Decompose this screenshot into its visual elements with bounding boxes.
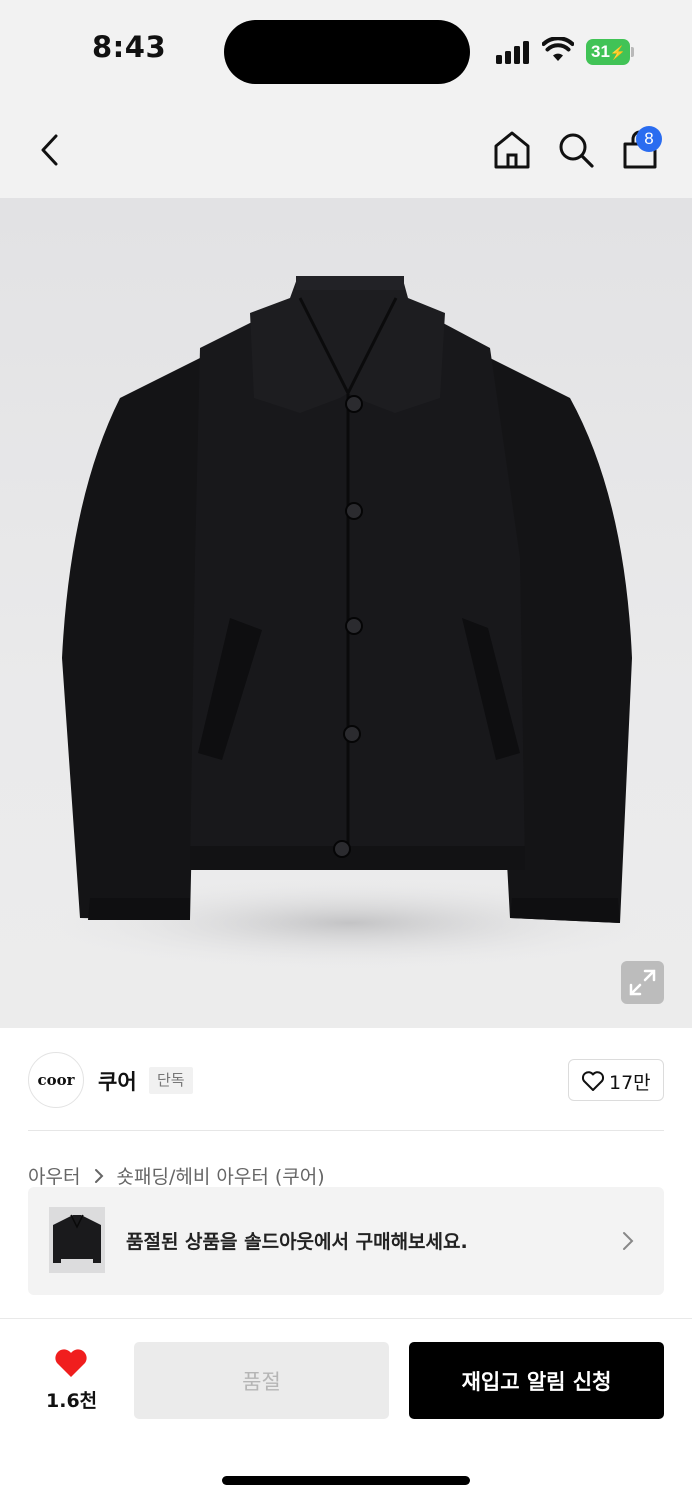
brand-logo[interactable]: coor [28, 1052, 84, 1108]
wifi-icon [542, 37, 574, 61]
soldout-banner-text: 품절된 상품을 솔드아웃에서 구매해보세요. [126, 1231, 468, 1253]
banner-product-thumbnail [49, 1207, 105, 1273]
breadcrumb: 아우터 숏패딩/헤비 아우터 (쿠어) [28, 1162, 325, 1189]
expand-arrows-icon [629, 969, 656, 996]
status-time: 8:43 [92, 30, 167, 64]
brand-like-count: 17만 [609, 1072, 651, 1094]
search-icon[interactable] [556, 130, 596, 170]
restock-alert-button[interactable]: 재입고 알림 신청 [409, 1342, 664, 1419]
heart-filled-icon[interactable] [53, 1347, 89, 1379]
divider [28, 1130, 664, 1131]
product-image[interactable] [0, 198, 692, 1028]
home-icon[interactable] [492, 130, 532, 170]
jacket-thumbnail-icon [49, 1207, 105, 1273]
expand-image-button[interactable] [621, 961, 664, 1004]
brand-name[interactable]: 쿠어 [98, 1066, 137, 1096]
wishlist-count: 1.6천 [46, 1390, 98, 1412]
battery-charging-icon: 31⚡ [586, 39, 634, 65]
chevron-right-icon [623, 1232, 634, 1250]
breadcrumb-item-outer[interactable]: 아우터 [28, 1166, 80, 1188]
chevron-right-icon [94, 1168, 103, 1183]
breadcrumb-item-category[interactable]: 숏패딩/헤비 아우터 (쿠어) [117, 1166, 325, 1188]
jacket-illustration [50, 276, 650, 968]
cart-count-badge: 8 [636, 126, 662, 152]
battery-level: 31⚡ [586, 39, 630, 65]
divider [0, 1318, 692, 1319]
status-bar: 8:43 31⚡ [0, 0, 692, 100]
soldout-promo-banner[interactable]: 품절된 상품을 솔드아웃에서 구매해보세요. [28, 1187, 664, 1295]
soldout-button[interactable]: 품절 [134, 1342, 389, 1419]
exclusive-badge: 단독 [149, 1067, 193, 1094]
home-indicator[interactable] [222, 1476, 470, 1485]
dynamic-island [224, 20, 470, 84]
back-chevron-icon[interactable] [36, 132, 64, 168]
heart-outline-icon [581, 1071, 605, 1091]
brand-like-button[interactable]: 17만 [568, 1059, 664, 1101]
cellular-signal-icon [496, 40, 532, 64]
